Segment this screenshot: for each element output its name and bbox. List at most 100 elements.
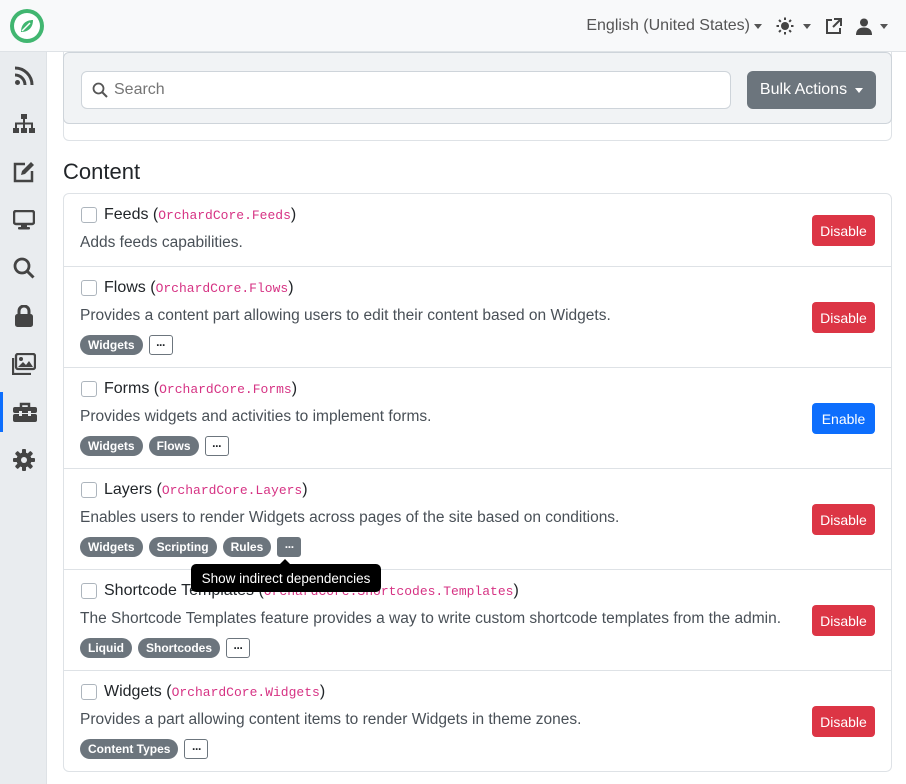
- sidebar-item-security[interactable]: [0, 296, 47, 336]
- orchard-logo[interactable]: [10, 9, 44, 43]
- external-link-button[interactable]: [825, 17, 842, 35]
- feature-name: Feeds: [104, 206, 149, 223]
- feature-checkbox[interactable]: [81, 684, 97, 700]
- bulk-actions-button[interactable]: Bulk Actions: [747, 71, 876, 109]
- feature-title: Feeds (OrchardCore.Feeds): [104, 206, 297, 223]
- dependency-badges: Content Types ···: [80, 739, 209, 759]
- feature-name: Flows: [104, 279, 146, 296]
- dependency-badges: Widgets Scripting Rules ···: [80, 537, 302, 557]
- images-icon: [11, 353, 36, 375]
- dependency-badge[interactable]: Rules: [222, 537, 272, 557]
- show-indirect-dependencies-button[interactable]: ···: [204, 436, 229, 456]
- sidebar-item-settings[interactable]: [0, 440, 47, 480]
- edit-icon: [13, 162, 34, 183]
- chevron-down-icon: [855, 87, 864, 93]
- sidebar-item-content[interactable]: [0, 152, 47, 192]
- show-indirect-dependencies-button[interactable]: ···: [184, 739, 209, 759]
- chevron-down-icon: [754, 23, 762, 29]
- sun-theme-icon: [776, 17, 794, 35]
- language-label: English (United States): [586, 17, 750, 34]
- feature-checkbox[interactable]: [81, 207, 97, 223]
- feature-id: OrchardCore.Layers: [161, 483, 303, 498]
- admin-sidebar: [0, 52, 47, 784]
- indirect-dependencies-tooltip: Show indirect dependencies: [191, 559, 381, 592]
- search-field[interactable]: [81, 71, 731, 109]
- dependency-badge[interactable]: Flows: [148, 436, 199, 456]
- external-link-icon: [826, 17, 842, 34]
- logo-leaf-icon: [14, 13, 40, 39]
- language-selector[interactable]: English (United States): [586, 17, 762, 35]
- dependency-badge[interactable]: Scripting: [148, 537, 217, 557]
- feature-description: Provides widgets and activities to imple…: [80, 408, 432, 425]
- disable-button[interactable]: Disable: [812, 302, 875, 333]
- feature-filter-toolbar: Bulk Actions: [63, 52, 892, 124]
- dependency-badges: Widgets Flows ···: [80, 436, 229, 456]
- feature-row-forms: Forms (OrchardCore.Forms) Provides widge…: [64, 368, 891, 469]
- disable-button[interactable]: Disable: [812, 706, 875, 737]
- feature-title: Forms (OrchardCore.Forms): [104, 380, 298, 397]
- feature-id: OrchardCore.Flows: [155, 281, 289, 296]
- show-indirect-dependencies-button[interactable]: ···: [277, 537, 302, 557]
- feature-description: Provides a part allowing content items t…: [80, 711, 582, 728]
- feature-row-shortcode-templates: Shortcode Templates (OrchardCore.Shortco…: [64, 570, 891, 671]
- feature-row-widgets: Widgets (OrchardCore.Widgets) Provides a…: [64, 671, 891, 771]
- show-indirect-dependencies-button[interactable]: ···: [148, 335, 173, 355]
- feature-row-layers: Layers (OrchardCore.Layers) Enables user…: [64, 469, 891, 570]
- feature-checkbox[interactable]: [81, 280, 97, 296]
- dependency-badges: Liquid Shortcodes ···: [80, 638, 251, 658]
- dependency-badges: Widgets ···: [80, 335, 173, 355]
- top-navbar: English (United States): [0, 0, 906, 52]
- disable-button[interactable]: Disable: [812, 215, 875, 246]
- user-menu[interactable]: [856, 18, 888, 35]
- feature-list: Feeds (OrchardCore.Feeds) Adds feeds cap…: [63, 193, 892, 772]
- feature-id: OrchardCore.Widgets: [171, 685, 320, 700]
- feature-title: Widgets (OrchardCore.Widgets): [104, 683, 326, 700]
- search-icon: [13, 257, 35, 279]
- sidebar-item-media[interactable]: [0, 344, 47, 384]
- dependency-badge[interactable]: Widgets: [80, 335, 143, 355]
- show-indirect-dependencies-button[interactable]: ···: [226, 638, 251, 658]
- feature-checkbox[interactable]: [81, 583, 97, 599]
- feature-description: The Shortcode Templates feature provides…: [80, 610, 781, 627]
- feature-row-feeds: Feeds (OrchardCore.Feeds) Adds feeds cap…: [64, 194, 891, 267]
- feature-title: Flows (OrchardCore.Flows): [104, 279, 294, 296]
- monitor-icon: [12, 210, 35, 230]
- toolbox-icon: [13, 402, 37, 422]
- sidebar-item-configuration[interactable]: [0, 392, 47, 432]
- enable-button[interactable]: Enable: [812, 403, 875, 434]
- feature-row-flows: Flows (OrchardCore.Flows) Provides a con…: [64, 267, 891, 368]
- feature-id: OrchardCore.Feeds: [158, 208, 291, 223]
- sidebar-item-search[interactable]: [0, 248, 47, 288]
- dependency-badge[interactable]: Liquid: [80, 638, 132, 658]
- lock-icon: [14, 305, 33, 327]
- dependency-badge[interactable]: Shortcodes: [138, 638, 221, 658]
- disable-button[interactable]: Disable: [812, 504, 875, 535]
- search-icon: [92, 82, 108, 98]
- feature-description: Provides a content part allowing users t…: [80, 307, 611, 324]
- sitemap-icon: [12, 114, 35, 133]
- user-icon: [856, 18, 872, 35]
- gear-icon: [12, 449, 35, 471]
- feature-name: Widgets: [104, 683, 162, 700]
- feature-id: OrchardCore.Forms: [159, 382, 292, 397]
- chevron-down-icon: [880, 23, 888, 29]
- theme-toggle[interactable]: [776, 17, 811, 35]
- rss-icon: [14, 66, 33, 86]
- feature-checkbox[interactable]: [81, 381, 97, 397]
- disable-button[interactable]: Disable: [812, 605, 875, 636]
- sidebar-item-design[interactable]: [0, 200, 47, 240]
- chevron-down-icon: [803, 23, 811, 29]
- feature-description: Enables users to render Widgets across p…: [80, 509, 620, 526]
- dependency-badge[interactable]: Widgets: [80, 436, 143, 456]
- feature-name: Layers: [104, 481, 153, 498]
- feature-title: Layers (OrchardCore.Layers): [104, 481, 308, 498]
- bulk-actions-label: Bulk Actions: [759, 81, 848, 98]
- feature-name: Forms: [104, 380, 150, 397]
- sidebar-item-navigation[interactable]: [0, 104, 47, 144]
- dependency-badge[interactable]: Content Types: [80, 739, 179, 759]
- dependency-badge[interactable]: Widgets: [80, 537, 143, 557]
- search-input[interactable]: [114, 81, 694, 99]
- feature-checkbox[interactable]: [81, 482, 97, 498]
- feature-description: Adds feeds capabilities.: [80, 234, 243, 251]
- sidebar-item-feeds[interactable]: [0, 56, 47, 96]
